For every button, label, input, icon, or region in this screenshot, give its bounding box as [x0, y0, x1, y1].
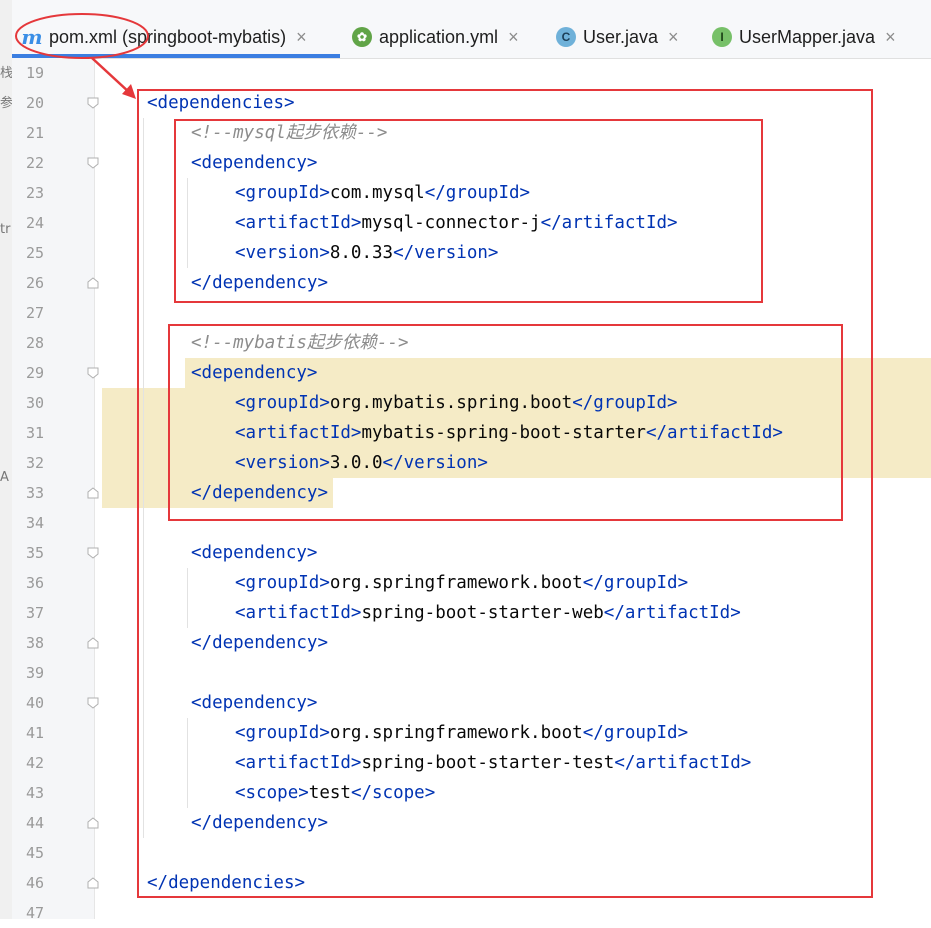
annotation-ellipse: [15, 13, 149, 59]
annotation-overlay: [15, 13, 149, 99]
annotation-arrow: [91, 57, 132, 95]
